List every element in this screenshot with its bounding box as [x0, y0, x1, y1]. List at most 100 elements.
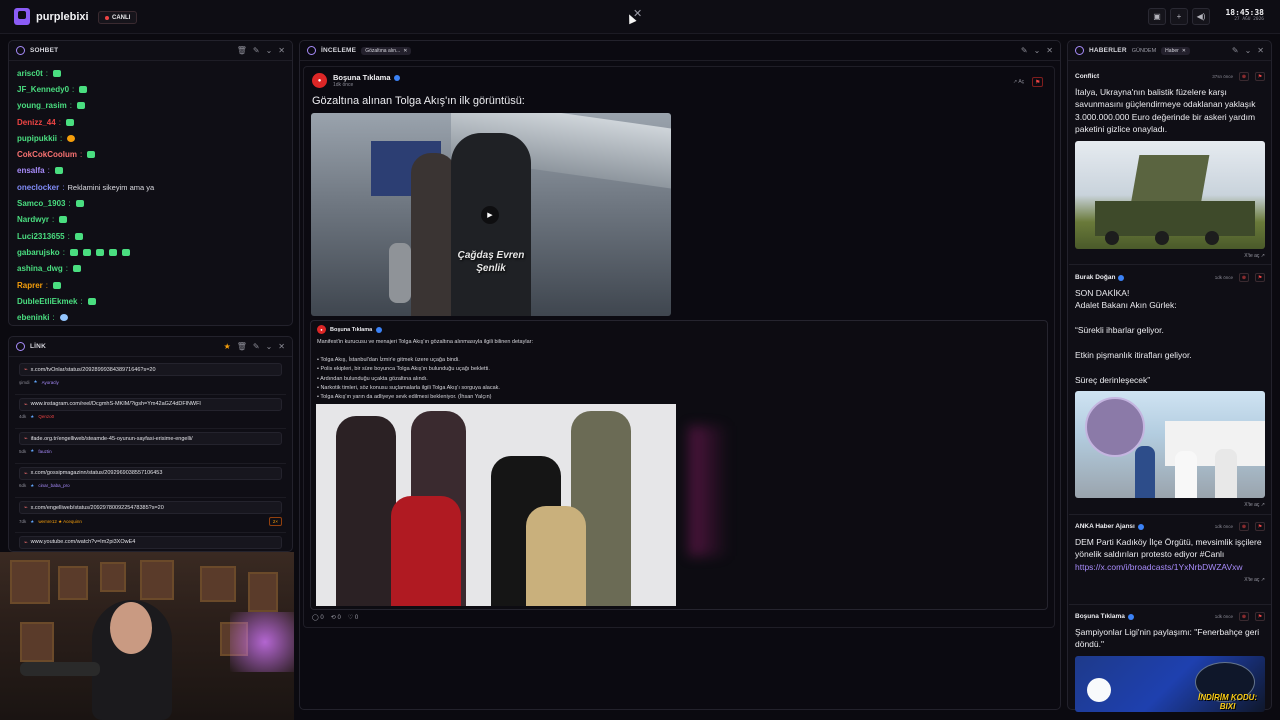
- chat-username[interactable]: DubleEtliEkmek: [17, 297, 77, 306]
- edit-icon[interactable]: ✎: [1021, 46, 1028, 55]
- trash-icon[interactable]: 🗑: [237, 342, 247, 351]
- chat-username[interactable]: ashina_dwg: [17, 264, 63, 273]
- link-submitter[interactable]: cinar_baba_pro: [38, 483, 69, 488]
- broadcast-link[interactable]: https://x.com/i/broadcasts/1YxNrbDWZAVxw: [1075, 562, 1243, 572]
- avatar[interactable]: ●: [312, 73, 327, 88]
- tab-gundem[interactable]: GÜNDEM: [1132, 48, 1156, 54]
- live-badge: CANLI: [98, 11, 138, 24]
- link-submitter[interactable]: fauztin: [38, 449, 51, 454]
- trash-icon[interactable]: 🗑: [237, 46, 247, 55]
- tweet-author[interactable]: Boşuna Tıklama: [333, 73, 391, 82]
- flag-button[interactable]: ⚑: [1255, 273, 1265, 282]
- link-item[interactable]: www.instagram.com/reel/DcgmhS-MKIM/?igsh…: [15, 395, 286, 429]
- chevron-down-icon[interactable]: ⌄: [1034, 46, 1041, 55]
- bell-icon[interactable]: ⊗: [1239, 273, 1249, 282]
- add-panel-button[interactable]: +: [1170, 8, 1188, 25]
- open-in-x-label: X'te aç: [1244, 577, 1260, 584]
- app-name: purplebixi: [36, 10, 89, 23]
- link-url[interactable]: www.instagram.com/reel/DcgmhS-MKIM/?igsh…: [19, 397, 282, 411]
- quoted-tweet[interactable]: ● Boşuna Tıklama Manifest'in kurucusu ve…: [310, 320, 1048, 610]
- chat-username[interactable]: ebeninki: [17, 313, 49, 322]
- star-icon: ★: [33, 379, 38, 384]
- link-item[interactable]: x.com/engelliweb/status/2092978009225478…: [15, 498, 286, 533]
- link-item[interactable]: x.com/gossipmagazinn/status/209296903855…: [15, 464, 286, 498]
- close-icon[interactable]: ✕: [278, 342, 285, 351]
- chevron-down-icon[interactable]: ⌄: [266, 342, 273, 351]
- flag-button[interactable]: ⚑: [1255, 522, 1265, 531]
- news-source: Boşuna Tıklama: [1075, 613, 1125, 620]
- open-in-x-link[interactable]: X'te aç ↗: [1075, 577, 1265, 583]
- link-item[interactable]: www.youtube.com/watch?v=Im2pi3XOwE4: [15, 533, 286, 552]
- chat-username[interactable]: gabarujsko: [17, 248, 60, 257]
- like-button[interactable]: ♡ 0: [348, 614, 358, 621]
- flag-button[interactable]: ⚑: [1032, 77, 1044, 87]
- clock-date: 27 AĞU 2026: [1234, 17, 1264, 22]
- news-item[interactable]: ANKA Haber Ajansı 1dk önce ⊗ ⚑ DEM Parti…: [1075, 522, 1265, 583]
- link-item[interactable]: x.com/tvOnlar/status/2092899938438971646…: [15, 360, 286, 395]
- edit-icon[interactable]: ✎: [253, 46, 260, 55]
- link-item[interactable]: ifade.org.tr/engelliweb/steamde-45-oyunu…: [15, 429, 286, 464]
- tweet-video[interactable]: ▶ Çağdaş Evren Şenlik: [311, 113, 671, 316]
- chevron-down-icon[interactable]: ⌄: [1245, 46, 1252, 55]
- news-image[interactable]: [1075, 140, 1265, 249]
- open-in-x-link[interactable]: X'te aç ↗: [1075, 502, 1265, 508]
- link-submitter[interactable]: wemre12 ★ Acequinn: [38, 519, 82, 525]
- review-header: İNCELEME Gözaltına alın... ✕ ✎ ⌄ ✕: [300, 41, 1060, 61]
- chat-username[interactable]: oneclocker: [17, 183, 59, 192]
- quote-image[interactable]: [316, 404, 676, 606]
- close-icon[interactable]: ✕: [278, 46, 285, 55]
- quote-line: [317, 347, 1041, 356]
- review-filter-chip[interactable]: Gözaltına alın... ✕: [361, 46, 412, 55]
- chat-username[interactable]: CokCokCoolum: [17, 150, 77, 159]
- chat-username[interactable]: Samco_1903: [17, 199, 65, 208]
- volume-button[interactable]: ◀): [1192, 8, 1210, 25]
- chat-username[interactable]: pupipukkii: [17, 134, 57, 143]
- chat-username[interactable]: Luci2313655: [17, 232, 65, 241]
- bell-icon[interactable]: ⊗: [1239, 522, 1249, 531]
- flag-button[interactable]: ⚑: [1255, 612, 1265, 621]
- close-icon[interactable]: ✕: [1257, 46, 1264, 55]
- close-icon[interactable]: ✕: [1182, 48, 1186, 54]
- news-image[interactable]: [1075, 391, 1265, 499]
- chat-colon: :: [47, 166, 50, 176]
- chat-username[interactable]: young_rasim: [17, 101, 67, 110]
- emote-icon: [65, 118, 74, 126]
- link-submitter[interactable]: Ayoracly: [42, 380, 59, 385]
- chat-username[interactable]: Nardwyr: [17, 215, 49, 224]
- close-icon[interactable]: ✕: [403, 48, 407, 54]
- link-submitter[interactable]: Qenzo0: [38, 414, 54, 419]
- chevron-down-icon[interactable]: ⌄: [266, 46, 273, 55]
- bell-icon[interactable]: ⊗: [1239, 72, 1249, 81]
- link-url[interactable]: x.com/tvOnlar/status/2092899938438971646…: [19, 363, 282, 376]
- chat-username[interactable]: Denizz_44: [17, 118, 56, 127]
- edit-icon[interactable]: ✎: [253, 342, 260, 351]
- news-item[interactable]: Burak Doğan 1dk önce ⊗ ⚑ SON DAKİKA! Ada…: [1075, 273, 1265, 508]
- link-url[interactable]: ifade.org.tr/engelliweb/steamde-45-oyunu…: [19, 432, 282, 445]
- link-header: LİNK ★ 🗑 ✎ ⌄ ✕: [9, 337, 292, 357]
- play-icon[interactable]: ▶: [481, 206, 499, 224]
- close-icon[interactable]: ✕: [1046, 46, 1053, 55]
- logo-icon: [14, 8, 30, 25]
- open-in-x-link[interactable]: X'te aç ↗: [1075, 253, 1265, 259]
- link-url[interactable]: www.youtube.com/watch?v=Im2pi3XOwE4: [19, 535, 282, 549]
- open-link-button[interactable]: ↗ Aç: [1013, 79, 1024, 85]
- star-icon[interactable]: ★: [224, 342, 231, 351]
- link-url[interactable]: x.com/engelliweb/status/2092978009225478…: [19, 501, 282, 514]
- chip-label: Gözaltına alın...: [365, 47, 401, 54]
- bell-icon[interactable]: ⊗: [1239, 612, 1249, 621]
- layout-button[interactable]: ▣: [1148, 8, 1166, 25]
- news-item[interactable]: Conflict 37sn önce ⊗ ⚑ İtalya, Ukrayna'n…: [1075, 72, 1265, 259]
- chat-username[interactable]: arisc0t: [17, 69, 43, 78]
- chat-username[interactable]: JF_Kennedy0: [17, 85, 69, 94]
- news-filter-chip[interactable]: Haber ✕: [1161, 46, 1190, 55]
- chat-username[interactable]: ensalfa: [17, 166, 45, 175]
- reply-button[interactable]: ◯ 0: [312, 614, 324, 621]
- app-logo[interactable]: purplebixi: [14, 8, 89, 25]
- flag-button[interactable]: ⚑: [1255, 72, 1265, 81]
- chat-username[interactable]: Raprer: [17, 281, 43, 290]
- retweet-button[interactable]: ⟲ 0: [331, 614, 341, 621]
- edit-icon[interactable]: ✎: [1232, 46, 1239, 55]
- chat-icon: [16, 46, 25, 55]
- review-title: İNCELEME: [321, 47, 357, 54]
- link-url[interactable]: x.com/gossipmagazinn/status/209296903855…: [19, 466, 282, 480]
